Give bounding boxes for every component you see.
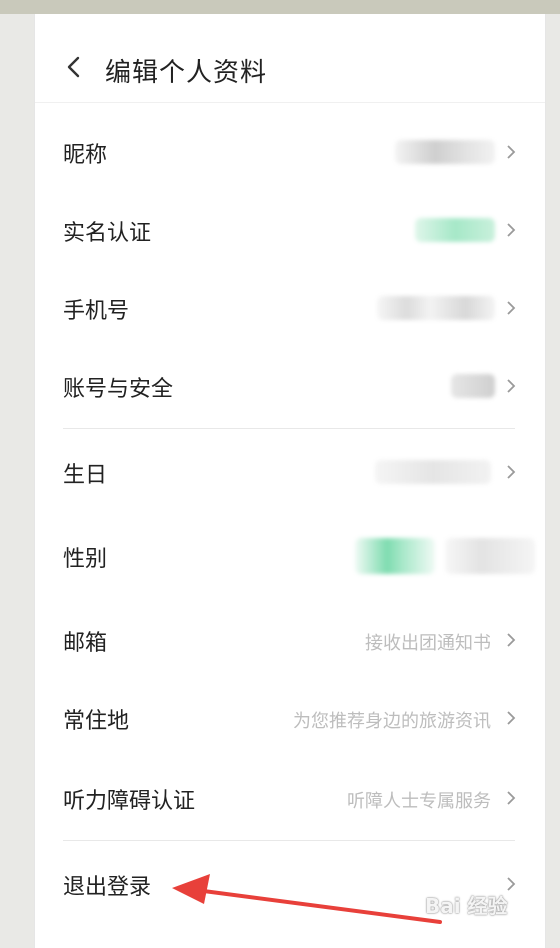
page-header: 编辑个人资料 — [35, 38, 545, 98]
edit-profile-screen: 编辑个人资料 昵称 实名认证 手机号 账号与安全 生日 性别 邮箱 接收出团通知… — [34, 14, 546, 948]
window-top-strip — [0, 0, 560, 14]
section-divider — [63, 840, 515, 841]
row-label: 昵称 — [63, 143, 108, 168]
row-label: 常住地 — [63, 709, 130, 734]
chevron-right-icon — [507, 711, 516, 725]
chevron-right-icon — [507, 301, 516, 315]
back-arrow-icon[interactable] — [63, 56, 85, 78]
row-email[interactable]: 邮箱 接收出团通知书 — [35, 610, 545, 670]
row-gender: 性别 — [35, 526, 545, 586]
row-account-security[interactable]: 账号与安全 — [35, 356, 545, 416]
row-residence[interactable]: 常住地 为您推荐身边的旅游资讯 — [35, 688, 545, 748]
blurred-value — [415, 218, 495, 242]
page-title: 编辑个人资料 — [105, 58, 268, 88]
header-divider — [35, 102, 545, 103]
chevron-right-icon — [507, 791, 516, 805]
row-label: 听力障碍认证 — [63, 789, 196, 814]
gender-option[interactable] — [445, 538, 535, 574]
row-label: 实名认证 — [63, 221, 152, 246]
row-label: 邮箱 — [63, 631, 108, 656]
hearing-placeholder: 听障人士专属服务 — [347, 791, 491, 812]
row-birthday[interactable]: 生日 — [35, 442, 545, 502]
row-phone-number[interactable]: 手机号 — [35, 278, 545, 338]
chevron-right-icon — [507, 145, 516, 159]
row-label: 生日 — [63, 463, 108, 488]
email-placeholder: 接收出团通知书 — [365, 633, 491, 654]
chevron-right-icon — [507, 223, 516, 237]
row-real-name-verification[interactable]: 实名认证 — [35, 200, 545, 260]
row-nickname[interactable]: 昵称 — [35, 122, 545, 182]
blurred-value — [377, 296, 495, 320]
residence-placeholder: 为您推荐身边的旅游资讯 — [293, 711, 491, 732]
row-label: 手机号 — [63, 299, 130, 324]
blurred-value — [451, 374, 495, 398]
logout-label: 退出登录 — [63, 875, 152, 900]
gender-option-selected[interactable] — [355, 538, 435, 574]
chevron-right-icon — [507, 465, 516, 479]
row-hearing-verification[interactable]: 听力障碍认证 听障人士专属服务 — [35, 768, 545, 828]
chevron-right-icon — [507, 633, 516, 647]
row-label: 账号与安全 — [63, 377, 174, 402]
blurred-value — [395, 140, 495, 164]
baidu-jingyan-watermark: Bai 经验 — [425, 894, 508, 918]
row-label: 性别 — [63, 547, 108, 572]
blurred-value — [375, 460, 491, 484]
section-divider — [63, 428, 515, 429]
chevron-right-icon — [507, 379, 516, 393]
